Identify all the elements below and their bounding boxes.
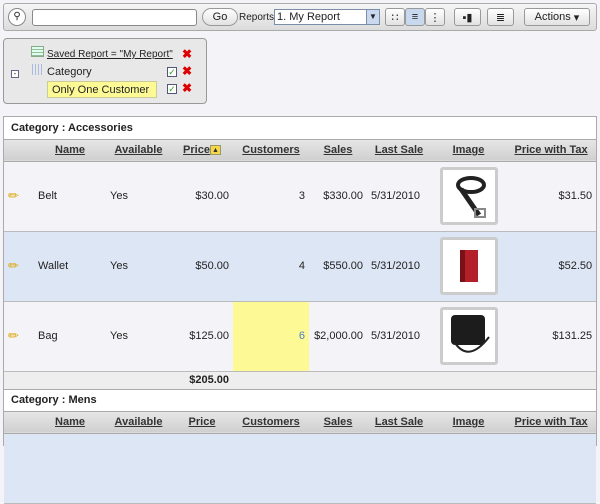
cell-available: Yes — [106, 301, 171, 372]
column-header-image[interactable]: Image — [431, 138, 506, 162]
cell-image — [431, 301, 506, 372]
column-header-last-sale[interactable]: Last Sale — [367, 410, 431, 434]
edit-column-header — [4, 138, 34, 162]
chevron-down-icon: ▼ — [366, 10, 379, 24]
cell-last-sale: 5/31/2010 — [367, 301, 431, 372]
chart-view-button[interactable]: ▪▮ — [454, 8, 481, 26]
column-header-price[interactable]: Price ▲ — [171, 138, 233, 162]
column-header-name[interactable]: Name — [34, 138, 106, 162]
reports-select[interactable]: 1. My Report ▼ — [274, 9, 380, 25]
cell-available: Yes — [106, 231, 171, 302]
search-menu-icon[interactable]: ⚲ — [8, 8, 26, 26]
control-break-icon — [32, 64, 42, 75]
report-view-button[interactable]: ≡ — [405, 8, 425, 26]
column-header-image[interactable]: Image — [431, 410, 506, 434]
cell-price: $50.00 — [171, 231, 233, 302]
column-header-sales[interactable]: Sales — [309, 410, 367, 434]
remove-highlight-icon[interactable]: ✖ — [182, 81, 192, 95]
table-row — [4, 433, 597, 504]
table-row: ✏ Belt Yes $30.00 3 $330.00 5/31/2010 $3… — [4, 161, 597, 232]
column-header-name[interactable]: Name — [34, 410, 106, 434]
filter-panel: Saved Report = "My Report" ✖ - Category … — [3, 38, 207, 104]
cell-sales: $550.00 — [309, 231, 367, 302]
column-header-sales[interactable]: Sales — [309, 138, 367, 162]
cell-customers-highlighted: 6 — [233, 301, 309, 372]
cell-price-with-tax: $31.50 — [506, 161, 597, 232]
cell-name: Belt — [34, 161, 106, 232]
search-input[interactable] — [32, 9, 197, 26]
column-header-price-with-tax[interactable]: Price with Tax — [506, 410, 597, 434]
cell-sales: $330.00 — [309, 161, 367, 232]
price-header-label: Price — [183, 144, 210, 156]
cell-name: Bag — [34, 301, 106, 372]
cell-customers: 3 — [233, 161, 309, 232]
cell-available: Yes — [106, 161, 171, 232]
go-button[interactable]: Go — [202, 8, 238, 26]
belt-image — [439, 167, 498, 225]
cell-image — [431, 161, 506, 232]
actions-button[interactable]: Actions ▾ — [524, 8, 590, 26]
wallet-image — [439, 237, 498, 295]
cell-last-sale: 5/31/2010 — [367, 231, 431, 302]
total-price: $205.00 — [171, 371, 233, 390]
cell-sales: $2,000.00 — [309, 301, 367, 372]
column-header-price-with-tax[interactable]: Price with Tax — [506, 138, 597, 162]
report-region: Category : Accessories Name Available Pr… — [3, 116, 597, 504]
cell-price-with-tax: $131.25 — [506, 301, 597, 372]
reports-select-value: 1. My Report — [277, 11, 340, 23]
bag-image — [439, 307, 498, 365]
edit-pencil-icon[interactable]: ✏ — [4, 161, 34, 232]
table-row: ✏ Bag Yes $125.00 6 $2,000.00 5/31/2010 … — [4, 301, 597, 372]
cell-price: $30.00 — [171, 161, 233, 232]
sort-ascending-icon[interactable]: ▲ — [209, 145, 221, 156]
edit-pencil-icon[interactable]: ✏ — [4, 301, 34, 372]
report-table: Category : Accessories Name Available Pr… — [4, 117, 597, 504]
highlight-filter[interactable]: Only One Customer — [47, 81, 157, 98]
group-by-view-button[interactable]: ≣ — [487, 8, 514, 26]
column-header-available[interactable]: Available — [106, 410, 171, 434]
category-heading: Category : Mens — [4, 389, 597, 411]
edit-column-header — [4, 410, 34, 434]
cell-image — [431, 231, 506, 302]
cell-name: Wallet — [34, 231, 106, 302]
control-break-label: Category — [47, 66, 92, 78]
control-break-checkbox[interactable]: ✓ — [167, 67, 177, 77]
remove-report-icon[interactable]: ✖ — [182, 47, 192, 61]
saved-report-link[interactable]: Saved Report = "My Report" — [47, 49, 173, 60]
column-header-available[interactable]: Available — [106, 138, 171, 162]
grid-icon — [31, 46, 44, 57]
detail-view-button[interactable]: ⋮ — [425, 8, 445, 26]
column-header-customers[interactable]: Customers — [233, 138, 309, 162]
toolbar: ⚲ Go Reports 1. My Report▼ Reports ∷ ≡ ⋮… — [3, 3, 597, 31]
cell-customers: 4 — [233, 231, 309, 302]
highlight-checkbox[interactable]: ✓ — [167, 84, 177, 94]
cell-price: $125.00 — [171, 301, 233, 372]
collapse-icon[interactable]: - — [11, 70, 19, 78]
actions-label: Actions — [534, 11, 571, 23]
icon-view-button[interactable]: ∷ — [385, 8, 405, 26]
reports-label-visible: Reports — [239, 12, 275, 23]
column-header-last-sale[interactable]: Last Sale — [367, 138, 431, 162]
edit-pencil-icon[interactable]: ✏ — [4, 231, 34, 302]
category-heading: Category : Accessories — [4, 117, 597, 139]
cell-price-with-tax: $52.50 — [506, 231, 597, 302]
column-header-price[interactable]: Price — [171, 410, 233, 434]
column-header-customers[interactable]: Customers — [233, 410, 309, 434]
sum-row: $205.00 — [4, 371, 597, 390]
table-row: ✏ Wallet Yes $50.00 4 $550.00 5/31/2010 … — [4, 231, 597, 302]
remove-control-break-icon[interactable]: ✖ — [182, 64, 192, 78]
cell-last-sale: 5/31/2010 — [367, 161, 431, 232]
